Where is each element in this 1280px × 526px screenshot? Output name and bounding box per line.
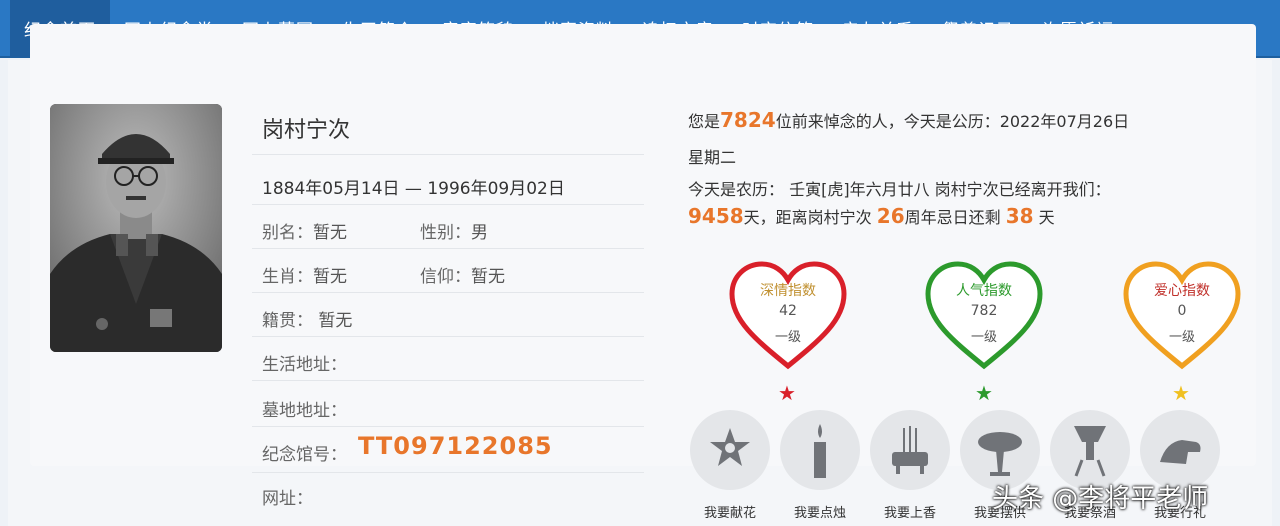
person-name: 岗村宁次	[262, 118, 351, 143]
belief-field: 信仰：暂无	[420, 262, 505, 287]
visitor-suffix: 位前来悼念的人，今天是公历：2022年07月26日	[775, 112, 1130, 131]
divider	[252, 426, 644, 427]
heart-value: 42	[779, 303, 797, 319]
belief-label: 信仰：	[420, 267, 471, 287]
heart-love-index: 爱心指数 0 一级	[1120, 258, 1244, 372]
divider	[252, 336, 644, 337]
heart-level: 一级	[970, 330, 997, 345]
belief-value: 暂无	[471, 267, 505, 287]
heart-title: 爱心指数	[1154, 283, 1210, 299]
countdown-text: 天，距离岗村宁次	[743, 208, 872, 227]
watermark-text: 头条 @李将平老师	[992, 484, 1209, 514]
visitor-line: 您是7824位前来悼念的人，今天是公历：2022年07月26日	[688, 108, 1129, 132]
life-dates: 1884年05月14日 — 1996年09月02日	[262, 179, 565, 199]
zodiac-field: 生肖：暂无	[262, 262, 347, 287]
divider	[252, 472, 644, 473]
countdown-line: 9458天，距离岗村宁次 26周年忌日还剩 38 天	[688, 204, 1055, 228]
lunar-line: 今天是农历： 壬寅[虎]年六月廿八 岗村宁次已经离开我们：	[688, 180, 1111, 199]
gender-label: 性别：	[420, 223, 471, 243]
alias-label: 别名：	[262, 223, 313, 243]
divider	[252, 248, 644, 249]
zodiac-value: 暂无	[313, 267, 347, 287]
memorial-number-label: 纪念馆号：	[262, 445, 347, 465]
flower-icon	[690, 410, 770, 490]
zodiac-label: 生肖：	[262, 267, 313, 287]
hometown-field: 籍贯： 暂无	[262, 306, 352, 331]
grave-label: 墓地地址：	[262, 401, 347, 421]
offer-flowers-button[interactable]: 我要献花	[690, 410, 770, 521]
heart-popularity-index: 人气指数 782 一级	[922, 258, 1046, 372]
alias-value: 暂无	[313, 223, 347, 243]
action-label: 我要点烛	[793, 506, 846, 521]
address-label: 生活地址：	[262, 355, 347, 375]
alias-field: 别名：暂无	[262, 218, 347, 243]
heart-affection-index: 深情指数 42 一级	[726, 258, 850, 372]
days-left: 38	[1005, 204, 1034, 228]
website-field: 网址：	[262, 484, 313, 509]
hometown-label: 籍贯：	[262, 311, 313, 331]
heart-value: 0	[1177, 303, 1187, 319]
memorial-number-field: 纪念馆号：	[262, 440, 347, 465]
heart-level: 一级	[1168, 330, 1195, 345]
visitor-count: 7824	[720, 108, 776, 132]
candle-icon	[780, 410, 860, 490]
days-gone: 9458	[688, 204, 744, 228]
anniversary-number: 26	[876, 204, 905, 228]
grave-field: 墓地地址：	[262, 396, 347, 421]
heart-title: 深情指数	[760, 283, 816, 299]
weekday-line: 星期二	[688, 148, 737, 167]
portrait-photo	[50, 104, 222, 352]
gender-value: 男	[471, 223, 488, 243]
incense-burner-icon	[870, 410, 950, 490]
countdown-text-2: 周年忌日还剩	[904, 208, 1001, 227]
star-icon: ★	[975, 381, 993, 405]
divider	[252, 292, 644, 293]
light-candle-button[interactable]: 我要点烛	[780, 410, 860, 521]
divider	[252, 154, 644, 155]
heart-level: 一级	[774, 330, 801, 345]
website-label: 网址：	[262, 489, 313, 509]
action-label: 我要献花	[703, 506, 756, 521]
countdown-text-3: 天	[1038, 208, 1055, 227]
divider	[252, 204, 644, 205]
heart-value: 782	[970, 303, 998, 319]
visitor-prefix: 您是	[688, 112, 721, 131]
star-icon: ★	[778, 381, 796, 405]
divider	[252, 380, 644, 381]
burn-incense-button[interactable]: 我要上香	[870, 410, 950, 521]
action-label: 我要上香	[883, 506, 936, 521]
gender-field: 性别：男	[420, 218, 488, 243]
address-field: 生活地址：	[262, 350, 347, 375]
heart-title: 人气指数	[956, 283, 1012, 299]
memorial-number: TT097122085	[358, 432, 553, 460]
hometown-value: 暂无	[318, 311, 353, 331]
star-icon: ★	[1172, 381, 1190, 405]
